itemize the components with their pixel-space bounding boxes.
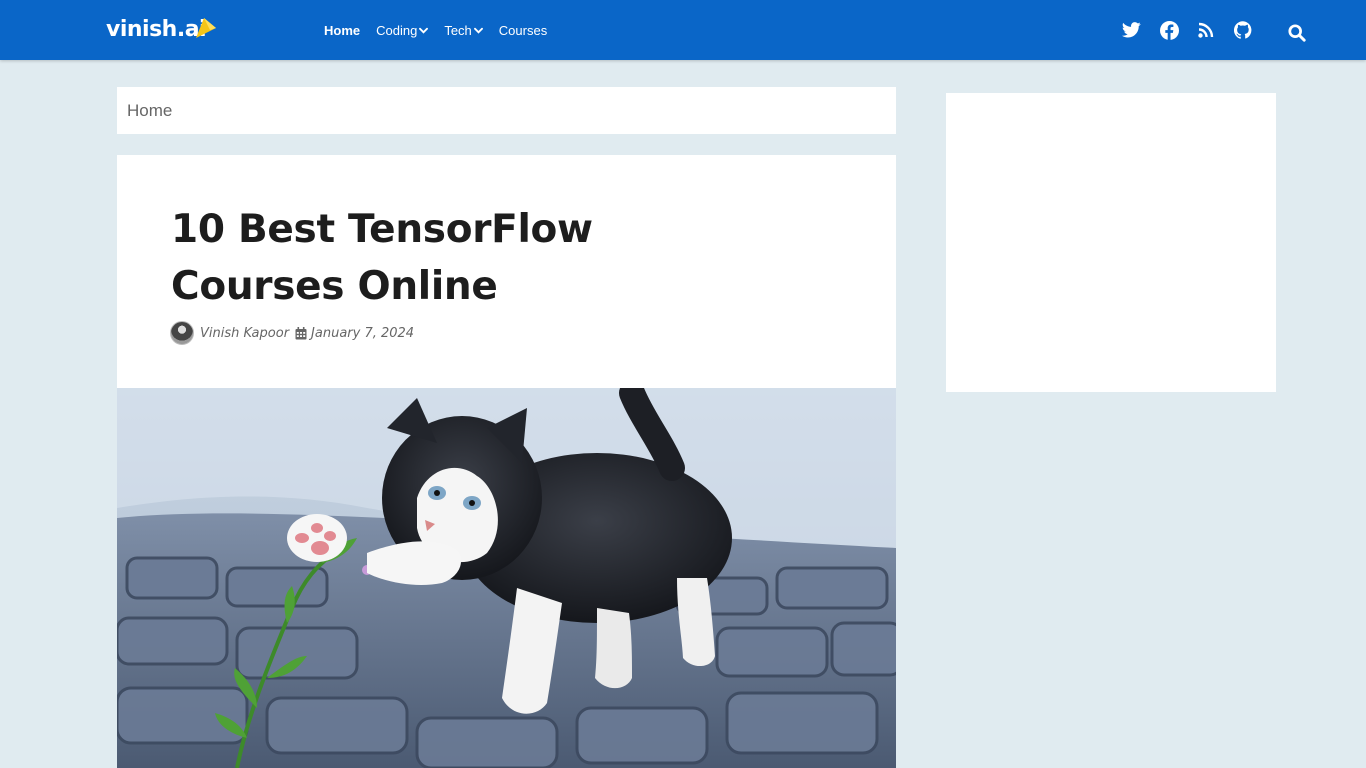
- breadcrumb-home-link[interactable]: Home: [127, 101, 172, 121]
- author-name[interactable]: Vinish Kapoor: [200, 326, 289, 341]
- nav-item-coding[interactable]: Coding: [376, 22, 429, 38]
- main-nav: Home Coding Tech Courses: [324, 0, 563, 60]
- article-meta: Vinish Kapoor January 7, 2024: [170, 321, 414, 345]
- author-avatar[interactable]: [170, 321, 194, 345]
- site-logo[interactable]: vinish.ai: [106, 12, 216, 46]
- nav-item-label: Home: [324, 22, 361, 38]
- nav-item-label: Courses: [498, 22, 548, 38]
- rss-icon[interactable]: [1198, 18, 1214, 42]
- top-navbar: vinish.ai Home Coding Tech Courses: [0, 0, 1366, 60]
- twitter-icon[interactable]: [1122, 18, 1141, 42]
- search-icon[interactable]: [1288, 21, 1306, 45]
- article-card: 10 Best TensorFlow Courses Online Vinish…: [117, 155, 896, 768]
- nav-item-home[interactable]: Home: [324, 23, 360, 38]
- chevron-down-icon: [419, 27, 429, 34]
- nav-item-courses[interactable]: Courses: [499, 23, 547, 38]
- nav-item-label: Coding: [376, 22, 418, 38]
- facebook-icon[interactable]: [1160, 18, 1179, 42]
- chevron-down-icon: [473, 27, 483, 34]
- calendar-icon: [295, 326, 307, 339]
- article-title: 10 Best TensorFlow Courses Online: [171, 207, 593, 309]
- publish-date: January 7, 2024: [311, 325, 415, 341]
- featured-image: [117, 388, 896, 768]
- github-icon[interactable]: [1234, 18, 1252, 42]
- logo-mark-icon: [196, 18, 216, 38]
- sidebar-ad-slot: [946, 93, 1276, 392]
- nav-item-tech[interactable]: Tech: [444, 22, 483, 38]
- breadcrumb: Home: [117, 87, 896, 134]
- nav-item-label: Tech: [444, 22, 472, 38]
